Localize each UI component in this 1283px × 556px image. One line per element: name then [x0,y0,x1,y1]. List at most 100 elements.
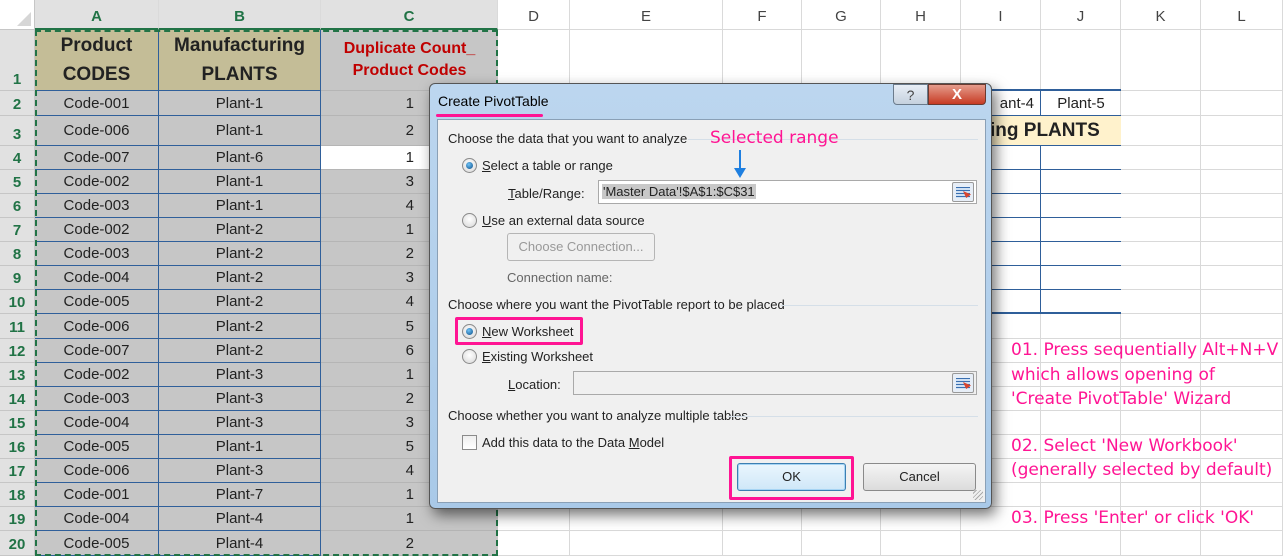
cell-b19[interactable]: Plant-4 [159,507,321,531]
radio-new-worksheet[interactable] [462,324,477,339]
cancel-button[interactable]: Cancel [863,463,976,491]
range-picker-icon[interactable] [952,182,974,202]
cell-a4[interactable]: Code-007 [35,146,159,170]
cell-j8[interactable] [1041,242,1121,266]
table-range-input[interactable]: 'Master Data'!$A$1:$C$31 [598,180,977,204]
cell-b17[interactable]: Plant-3 [159,459,321,483]
cell-j4[interactable] [1041,146,1121,170]
row-header-4[interactable]: 4 [0,146,35,170]
cell-b15[interactable]: Plant-3 [159,411,321,435]
row-header-12[interactable]: 12 [0,339,35,363]
row-header-7[interactable]: 7 [0,218,35,242]
cell-a13[interactable]: Code-002 [35,363,159,387]
help-button[interactable]: ? [893,84,928,105]
row-header-1[interactable]: 1 [0,30,35,91]
column-header-k[interactable]: K [1121,0,1201,30]
row-header-9[interactable]: 9 [0,266,35,290]
row-header-5[interactable]: 5 [0,170,35,194]
row-header-14[interactable]: 14 [0,387,35,411]
add-to-data-model-label[interactable]: Add this data to the Data Model [482,435,664,450]
radio-select-table-range[interactable] [462,158,477,173]
column-header-l[interactable]: L [1201,0,1283,30]
cell-a11[interactable]: Code-006 [35,314,159,339]
add-to-data-model-checkbox[interactable] [462,435,477,450]
cell-j10[interactable] [1041,290,1121,314]
cell-b2[interactable]: Plant-1 [159,91,321,116]
column-header-f[interactable]: F [723,0,802,30]
header-product-codes[interactable]: Product CODES [35,30,159,91]
cell-b14[interactable]: Plant-3 [159,387,321,411]
location-picker-icon[interactable] [952,373,974,393]
row-header-10[interactable]: 10 [0,290,35,314]
cell-j2[interactable]: Plant-5 [1041,91,1121,116]
cell-b9[interactable]: Plant-2 [159,266,321,290]
cell-b8[interactable]: Plant-2 [159,242,321,266]
row-header-17[interactable]: 17 [0,459,35,483]
choose-connection-button[interactable]: Choose Connection... [507,233,655,261]
row-header-19[interactable]: 19 [0,507,35,531]
cell-a3[interactable]: Code-006 [35,116,159,146]
radio-select-table-range-label[interactable]: Select a table or range [482,158,613,173]
row-header-11[interactable]: 11 [0,314,35,339]
column-header-e[interactable]: E [570,0,723,30]
header-duplicate-count[interactable]: Duplicate Count_ Product Codes [321,30,498,91]
cell-a14[interactable]: Code-003 [35,387,159,411]
cell-a9[interactable]: Code-004 [35,266,159,290]
column-header-i[interactable]: I [961,0,1041,30]
column-header-h[interactable]: H [881,0,961,30]
cell-b5[interactable]: Plant-1 [159,170,321,194]
cell-b16[interactable]: Plant-1 [159,435,321,459]
select-all-corner[interactable] [0,0,35,30]
row-header-2[interactable]: 2 [0,91,35,116]
column-header-g[interactable]: G [802,0,881,30]
cell-a7[interactable]: Code-002 [35,218,159,242]
cell-b6[interactable]: Plant-1 [159,194,321,218]
cell-j6[interactable] [1041,194,1121,218]
cell-b11[interactable]: Plant-2 [159,314,321,339]
column-header-b[interactable]: B [159,0,321,30]
cell-j9[interactable] [1041,266,1121,290]
cell-b4[interactable]: Plant-6 [159,146,321,170]
resize-grip-icon[interactable] [973,490,983,500]
cell-c20[interactable]: 2 [321,531,498,556]
radio-new-worksheet-label[interactable]: New Worksheet [482,324,574,339]
cell-a5[interactable]: Code-002 [35,170,159,194]
row-header-8[interactable]: 8 [0,242,35,266]
cell-b13[interactable]: Plant-3 [159,363,321,387]
cell-a8[interactable]: Code-003 [35,242,159,266]
row-header-13[interactable]: 13 [0,363,35,387]
row-header-3[interactable]: 3 [0,116,35,146]
cell-a19[interactable]: Code-004 [35,507,159,531]
cell-b7[interactable]: Plant-2 [159,218,321,242]
radio-external-source[interactable] [462,213,477,228]
column-header-d[interactable]: D [498,0,570,30]
cell-a17[interactable]: Code-006 [35,459,159,483]
cell-a20[interactable]: Code-005 [35,531,159,556]
cell-a15[interactable]: Code-004 [35,411,159,435]
row-header-20[interactable]: 20 [0,531,35,556]
cell-c19[interactable]: 1 [321,507,498,531]
radio-existing-worksheet[interactable] [462,349,477,364]
cell-j5[interactable] [1041,170,1121,194]
cell-j7[interactable] [1041,218,1121,242]
cell-a2[interactable]: Code-001 [35,91,159,116]
radio-external-source-label[interactable]: Use an external data source [482,213,645,228]
cell-b20[interactable]: Plant-4 [159,531,321,556]
ok-button[interactable]: OK [737,463,846,491]
row-header-6[interactable]: 6 [0,194,35,218]
cell-b18[interactable]: Plant-7 [159,483,321,507]
location-input[interactable] [573,371,977,395]
cell-b10[interactable]: Plant-2 [159,290,321,314]
header-manufacturing-plants[interactable]: Manufacturing PLANTS [159,30,321,91]
column-header-j[interactable]: J [1041,0,1121,30]
cell-a6[interactable]: Code-003 [35,194,159,218]
column-header-a[interactable]: A [35,0,159,30]
cell-b3[interactable]: Plant-1 [159,116,321,146]
close-button[interactable]: X [928,84,986,105]
cell-a16[interactable]: Code-005 [35,435,159,459]
row-header-15[interactable]: 15 [0,411,35,435]
column-header-c[interactable]: C [321,0,498,30]
radio-existing-worksheet-label[interactable]: Existing Worksheet [482,349,593,364]
cell-a10[interactable]: Code-005 [35,290,159,314]
row-header-16[interactable]: 16 [0,435,35,459]
